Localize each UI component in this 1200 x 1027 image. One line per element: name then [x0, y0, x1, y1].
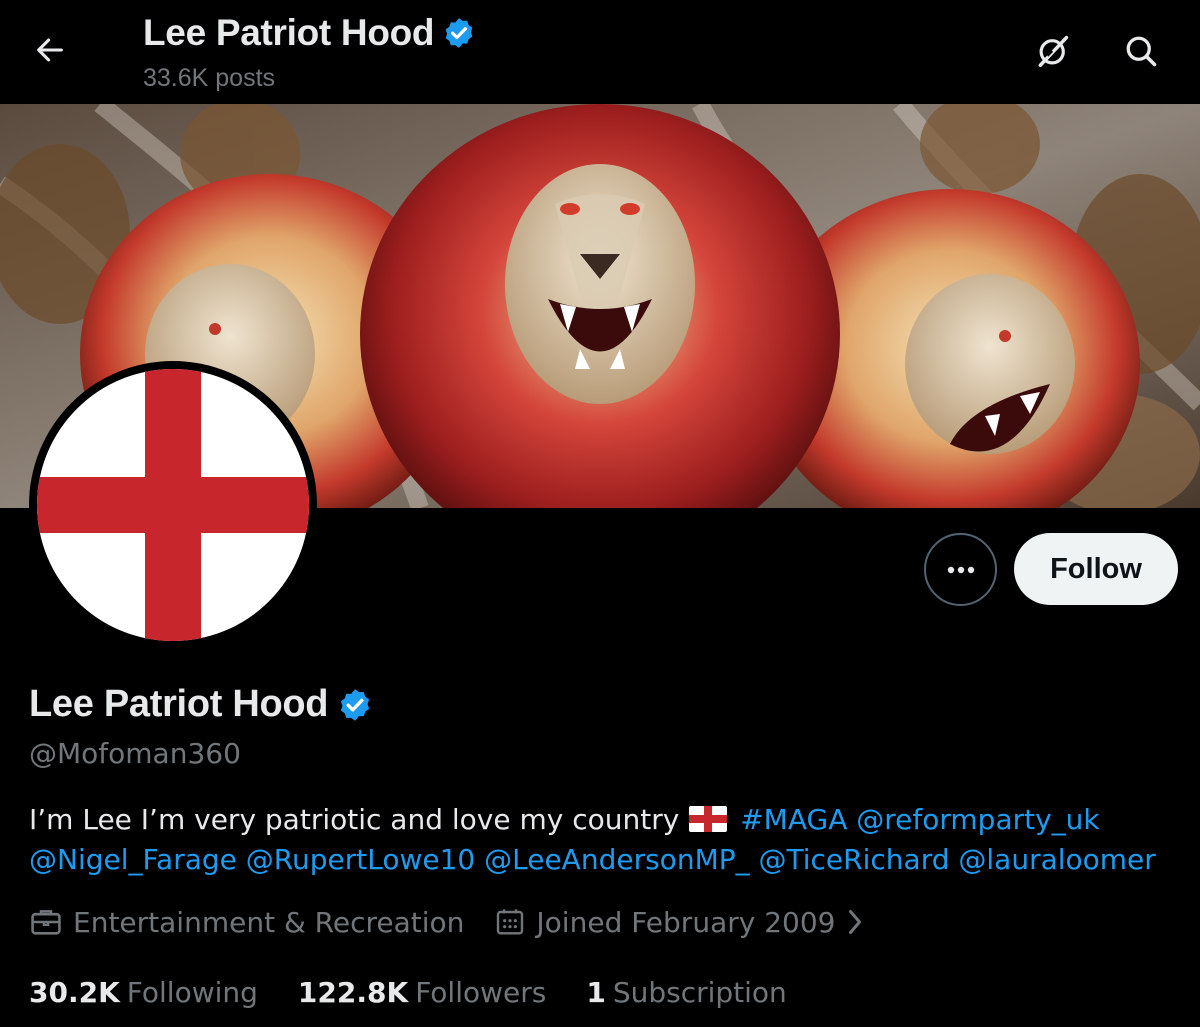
back-button[interactable]: [26, 26, 74, 74]
profile-stats: 30.2K Following 122.8K Followers 1 Subsc…: [29, 976, 827, 1009]
calendar-icon: [497, 909, 524, 935]
arrow-left-icon: [37, 38, 63, 62]
more-options-button[interactable]: [924, 533, 997, 606]
profile-name-group: Lee Patriot Hood: [29, 683, 373, 726]
profile-handle: @Mofoman360: [29, 737, 241, 770]
bio-mention-lee-anderson[interactable]: @LeeAndersonMP_: [484, 843, 749, 876]
profile-bio: I’m Lee I’m very patriotic and love my c…: [29, 800, 1179, 880]
subscriptions-count: 1: [586, 976, 606, 1009]
bio-mention-reformparty[interactable]: @reformparty_uk: [856, 803, 1099, 836]
briefcase-icon: [31, 910, 61, 935]
following-count: 30.2K: [29, 976, 120, 1009]
followers-label: Followers: [415, 976, 547, 1009]
grok-icon: [1038, 35, 1069, 67]
followers-stat[interactable]: 122.8K Followers: [298, 976, 546, 1009]
more-horizontal-icon: [947, 566, 974, 573]
bio-mention-nigel-farage[interactable]: @Nigel_Farage: [29, 843, 237, 876]
following-label: Following: [126, 976, 258, 1009]
profile-meta: Entertainment & Recreation Joined Februa…: [29, 905, 875, 939]
display-name: Lee Patriot Hood: [29, 683, 329, 725]
grok-button[interactable]: [1026, 24, 1080, 78]
chevron-right-icon: [849, 910, 862, 934]
bio-hashtag-maga[interactable]: #MAGA: [740, 803, 847, 836]
england-flag-avatar: [37, 369, 309, 641]
search-icon: [1126, 36, 1157, 67]
subscriptions-stat[interactable]: 1 Subscription: [586, 976, 786, 1009]
header-title-group: Lee Patriot Hood: [143, 12, 476, 54]
posts-count: 33.6K posts: [143, 64, 276, 92]
profile-avatar[interactable]: [29, 361, 317, 649]
search-button[interactable]: [1114, 24, 1168, 78]
joined-item[interactable]: Joined February 2009: [494, 906, 875, 939]
verified-badge-icon[interactable]: [337, 687, 373, 723]
bio-mention-laura-loomer[interactable]: @lauraloomer: [958, 843, 1155, 876]
subscriptions-label: Subscription: [612, 976, 787, 1009]
england-flag-emoji: [689, 806, 728, 832]
bio-mention-rupert-lowe[interactable]: @RupertLowe10: [246, 843, 475, 876]
flag-cross-horizontal: [37, 477, 309, 533]
bio-text: I’m Lee I’m very patriotic and love my c…: [29, 803, 680, 836]
bio-mention-tice-richard[interactable]: @TiceRichard: [759, 843, 950, 876]
top-bar: Lee Patriot Hood 33.6K posts: [0, 0, 1200, 104]
following-stat[interactable]: 30.2K Following: [29, 976, 258, 1009]
header-title: Lee Patriot Hood: [143, 12, 435, 53]
joined-label: Joined February 2009: [536, 905, 836, 939]
category-item: Entertainment & Recreation: [29, 905, 464, 939]
category-label: Entertainment & Recreation: [73, 905, 465, 939]
followers-count: 122.8K: [297, 976, 409, 1009]
verified-badge-icon: [445, 18, 473, 48]
follow-button[interactable]: Follow: [1014, 533, 1178, 605]
